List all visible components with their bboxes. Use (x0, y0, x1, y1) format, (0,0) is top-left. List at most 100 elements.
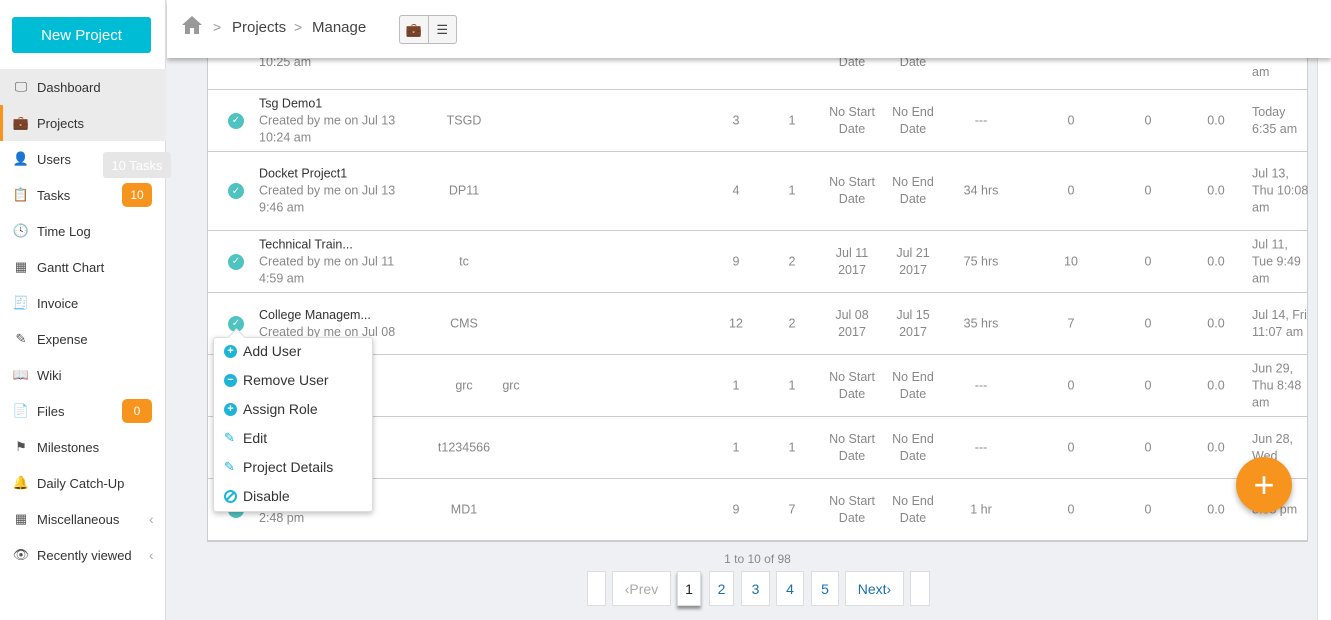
sidebar-item-files[interactable]: 📄 Files 0 (0, 393, 166, 429)
cell-d: 0 (1144, 183, 1152, 198)
menu-item-add-user[interactable]: + Add User (224, 340, 301, 362)
pagination-last[interactable] (910, 571, 930, 606)
cell-end: No End Date (892, 104, 934, 136)
cell-last-updated: Jul 13, Thu 10:08 am (1252, 166, 1309, 215)
sidebar-item-milestones[interactable]: ⚑ Milestones (0, 429, 166, 465)
table-row[interactable]: ✓Jun 28t123456611No Start DateNo End Dat… (208, 417, 1308, 479)
cell-end: No End Date (892, 175, 934, 206)
cell-code: tc (459, 254, 469, 268)
pagination-page-2[interactable]: 2 (709, 571, 734, 606)
sidebar-item-expense[interactable]: ✎ Expense (0, 321, 166, 357)
sidebar: New Project 🖵 Dashboard 💼 Projects 👤 Users … (0, 0, 166, 620)
table-row[interactable]: ✓Jun 282:48 pmMD197No Start DateNo End D… (208, 479, 1308, 541)
cell-code: CMS (450, 316, 478, 330)
cell-b: 1 (788, 113, 796, 127)
table-row[interactable]: ✓ College Managem... Created by me on Jul … (208, 293, 1308, 355)
pagination-count: 1 to 10 of 98 (724, 552, 791, 566)
tasks-count-badge: 10 (122, 183, 152, 207)
header: > Projects > Manage 💼 ☰ (167, 0, 1331, 58)
cell-a: 12 (729, 316, 743, 330)
cell-start: No Start Date (829, 175, 875, 206)
breadcrumb-projects[interactable]: Projects (232, 19, 286, 36)
cell-end: Jul 21 2017 (896, 245, 930, 277)
table-row[interactable]: ✓ Technical Train... Created by me on Jul … (208, 231, 1308, 293)
menu-item-project-details[interactable]: ✎ Project Details (224, 456, 333, 478)
cell-c: 7 (1067, 316, 1075, 330)
pagination-page-1[interactable]: 1 (677, 571, 701, 606)
cell-e: 0.0 (1207, 502, 1225, 516)
cell-a: 1 (732, 440, 740, 454)
view-toggle: 💼 ☰ (399, 15, 457, 44)
briefcase-view-button[interactable]: 💼 (400, 16, 429, 43)
expand-actions-icon[interactable]: ✓ (228, 183, 244, 199)
plus-icon: + (1253, 464, 1275, 505)
files-count-badge: 0 (122, 399, 152, 423)
cell-a: 9 (732, 254, 740, 268)
home-icon[interactable] (181, 15, 203, 35)
cell-start: Jul 11 2017 (835, 245, 869, 277)
table-row[interactable]: ✓Jun 29grcgrc11No Start DateNo End Date-… (208, 355, 1308, 417)
project-name[interactable]: College Managem... (259, 307, 395, 324)
sidebar-item-recently-viewed[interactable]: 👁 Recently viewed ‹ (0, 537, 166, 573)
cell-code: t1234566 (437, 440, 491, 454)
table-row[interactable]: ✓ Docket Project1 Created by me on Jul 13 9… (208, 152, 1308, 231)
project-name[interactable]: Docket Project1 (259, 166, 395, 183)
cell-code: MD1 (450, 502, 478, 516)
sidebar-item-miscellaneous[interactable]: ▦ Miscellaneous ‹ (0, 501, 166, 537)
cell-hours: --- (974, 378, 988, 392)
sidebar-item-time-log[interactable]: 🕓 Time Log (0, 213, 166, 249)
signpost-icon: ⚑ (15, 439, 27, 454)
minus-circle-icon: − (224, 373, 237, 387)
menu-item-edit[interactable]: ✎ Edit (224, 427, 267, 449)
created-by: Created by me on Jul 13 (259, 183, 396, 198)
cell-code: TSGD (446, 113, 482, 127)
cell-start: No Start Date (829, 493, 875, 525)
sidebar-item-invoice[interactable]: 🧾 Invoice (0, 285, 166, 321)
sidebar-item-dashboard[interactable]: 🖵 Dashboard (0, 69, 166, 105)
sidebar-item-wiki[interactable]: 📖 Wiki (0, 357, 166, 393)
cell-code: grc (455, 378, 473, 392)
pagination-page-3[interactable]: 3 (741, 571, 770, 606)
pagination-page-4[interactable]: 4 (776, 571, 804, 606)
expand-actions-icon[interactable]: ✓ (228, 253, 244, 270)
sidebar-item-daily-catch-up[interactable]: 🔔 Daily Catch-Up (0, 465, 166, 501)
project-name-cell: Tsg Demo1 Created by me on Jul 13 10:24 am (259, 95, 395, 146)
sidebar-item-tasks[interactable]: 📋 Tasks 10 (0, 177, 166, 213)
project-name[interactable]: Technical Train... (259, 236, 394, 253)
pagination-first[interactable] (587, 571, 606, 606)
list-view-button[interactable]: ☰ (429, 16, 457, 43)
cell-extra: grc (502, 378, 520, 392)
briefcase-icon: 💼 (405, 21, 422, 37)
cell-hours: 75 hrs (963, 254, 999, 268)
pencil-icon: ✎ (224, 459, 235, 474)
project-name[interactable]: Tsg Demo1 (259, 95, 395, 112)
add-project-fab[interactable]: + (1236, 457, 1292, 513)
plus-circle-icon: + (224, 402, 237, 416)
cell-e: 0.0 (1207, 316, 1225, 330)
cell-c: 0 (1067, 502, 1075, 516)
cell-end: No End Date (892, 369, 934, 401)
table-row[interactable]: ✓ Tsg Demo1 Created by me on Jul 13 10:24 a… (208, 90, 1308, 152)
cell-c: 0 (1067, 183, 1075, 198)
pagination-next[interactable]: Next› (845, 571, 904, 606)
pagination-prev[interactable]: ‹Prev (612, 571, 671, 606)
bell-icon: 🔔 (12, 475, 30, 490)
breadcrumb-separator: > (294, 19, 303, 35)
cell-code: DP11 (448, 183, 480, 198)
sidebar-item-projects[interactable]: 💼 Projects (0, 105, 166, 141)
expand-actions-icon[interactable]: ✓ (228, 112, 244, 129)
cell-start: No Start Date (829, 431, 875, 463)
new-project-button[interactable]: New Project (12, 17, 151, 53)
cell-b: 1 (788, 183, 796, 198)
invoice-icon: 🧾 (12, 295, 30, 310)
menu-item-assign-role[interactable]: + Assign Role (224, 398, 318, 420)
cell-b: 1 (788, 378, 796, 392)
tasks-tooltip: 10 Tasks (103, 152, 171, 178)
menu-item-remove-user[interactable]: − Remove User (224, 369, 329, 391)
cell-a: 3 (732, 113, 740, 127)
sidebar-item-gantt-chart[interactable]: ▦ Gantt Chart (0, 249, 166, 285)
pagination-page-5[interactable]: 5 (811, 571, 839, 606)
scrollbar[interactable] (1317, 58, 1331, 620)
cell-last-updated: Jul 14, Fri 11:07 am (1252, 307, 1307, 339)
menu-item-disable[interactable]: Disable (224, 485, 290, 507)
